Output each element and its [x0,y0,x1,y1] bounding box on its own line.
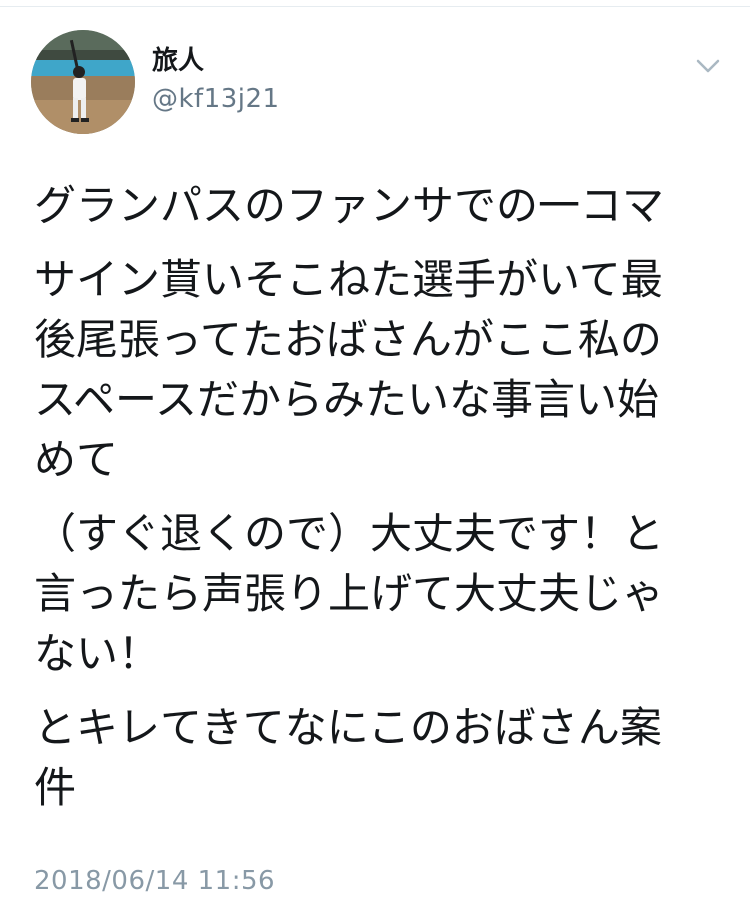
tweet-line: スペースだからみたいな事言い始 [34,375,659,424]
tweet-line: グランパスのファンサでの一コマ [34,181,665,230]
tweet-line: 件 [34,763,77,812]
tweet-line: めて [34,435,119,484]
tweet-line: ない！ [34,629,161,678]
tweet-text: グランパスのファンサでの一コマ サイン貰いそこねた選手がいて最 後尾張ってたおば… [34,176,704,832]
display-name[interactable]: 旅人 [152,46,204,76]
avatar-image [31,30,135,134]
tweet-paragraph: （すぐ退くので）大丈夫です！と 言ったら声張り上げて大丈夫じゃ ない！ [34,504,704,684]
tweet-line: 後尾張ってたおばさんがここ私の [34,315,662,364]
tweet-line: （すぐ退くので）大丈夫です！と [34,509,665,558]
tweet-line: 言ったら声張り上げて大丈夫じゃ [34,569,665,618]
tweet-paragraph: グランパスのファンサでの一コマ [34,176,704,236]
tweet-paragraph: とキレてきてなにこのおばさん案 件 [34,698,704,818]
tweet-paragraph: サイン貰いそこねた選手がいて最 後尾張ってたおばさんがここ私の スペースだからみ… [34,250,704,490]
top-divider [0,0,750,7]
user-handle[interactable]: @kf13j21 [152,84,280,114]
tweet-line: とキレてきてなにこのおばさん案 [34,703,662,752]
tweet-line: サイン貰いそこねた選手がいて最 [34,255,663,304]
tweet-timestamp[interactable]: 2018/06/14 11:56 [34,866,275,896]
chevron-down-icon[interactable] [690,52,726,80]
avatar[interactable] [31,30,135,134]
